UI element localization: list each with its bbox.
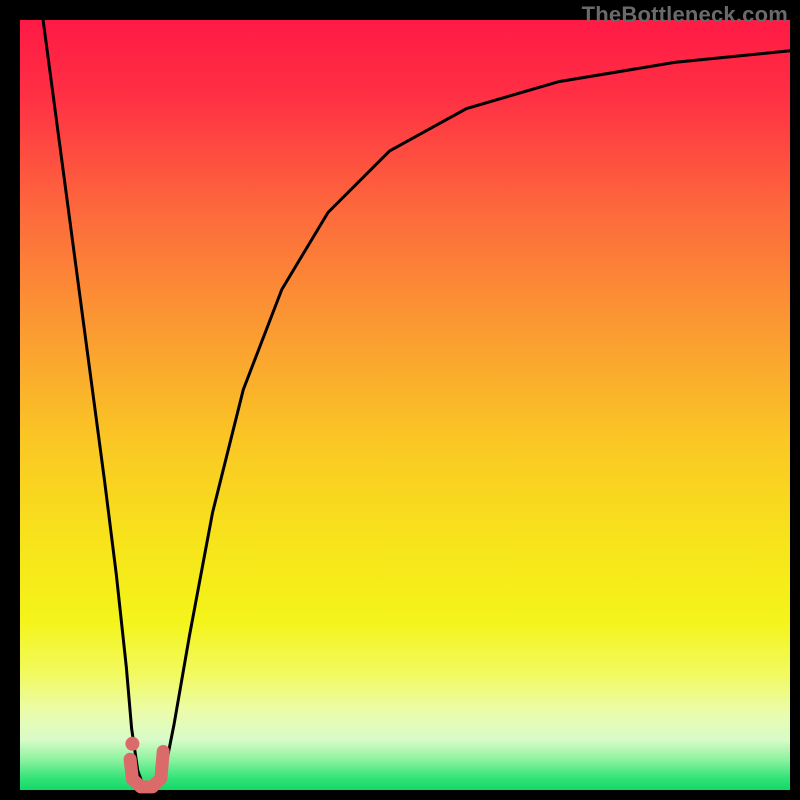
chart-frame: { "watermark": "TheBottleneck.com", "cha… [0, 0, 800, 800]
plot-background [20, 20, 790, 790]
watermark-text: TheBottleneck.com [582, 2, 788, 28]
marker-dot [125, 737, 139, 751]
bottleneck-chart [0, 0, 800, 800]
